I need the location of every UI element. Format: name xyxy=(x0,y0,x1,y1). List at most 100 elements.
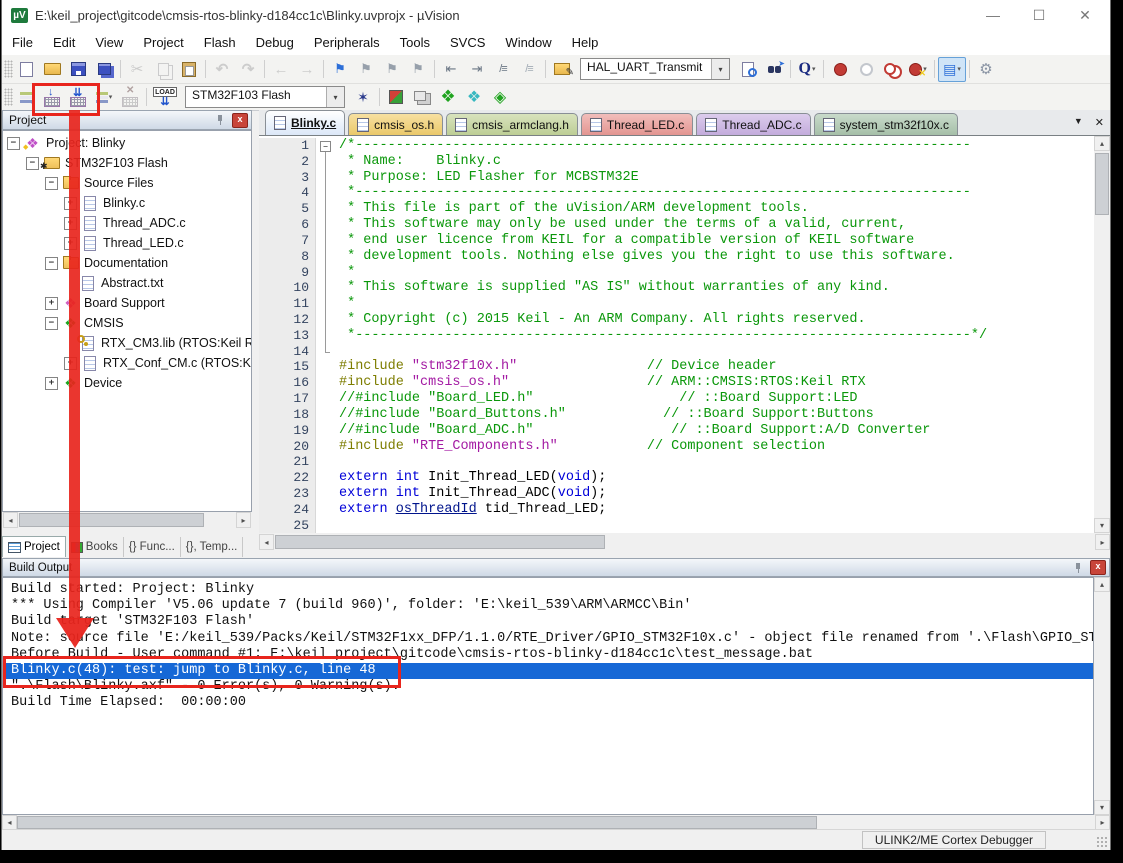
panel-tab-temp[interactable]: {}, Temp... xyxy=(181,537,244,557)
manage-items-icon[interactable] xyxy=(383,86,409,109)
scroll-left-icon[interactable]: ◂ xyxy=(2,815,17,830)
bookmark-toggle-icon[interactable] xyxy=(327,58,353,81)
build-line-highlighted[interactable]: Blinky.c(48): test: jump to Blinky.c, li… xyxy=(3,663,1093,679)
editor-vscroll-thumb[interactable] xyxy=(1095,153,1109,215)
pin-icon[interactable] xyxy=(1072,562,1084,574)
editor-close-icon[interactable]: ✕ xyxy=(1095,116,1104,129)
tree-item-rtx-conf-cm-c-rtos-ke[interactable]: +RTX_Conf_CM.c (RTOS:Ke xyxy=(64,353,252,373)
menu-project[interactable]: Project xyxy=(133,35,193,50)
tree-item-board-support[interactable]: +Board Support xyxy=(45,293,165,313)
tree-item-thread-adc-c[interactable]: +Thread_ADC.c xyxy=(64,213,186,233)
tree-item-cmsis[interactable]: −CMSIS xyxy=(45,313,124,333)
resize-grip[interactable] xyxy=(1096,836,1108,848)
maximize-button[interactable]: ☐ xyxy=(1016,0,1062,30)
tree-item-source-files[interactable]: −Source Files xyxy=(45,173,153,193)
build-vscrollbar[interactable]: ▴ ▾ xyxy=(1094,577,1110,815)
bp-disable-icon[interactable] xyxy=(879,58,905,81)
save-all-icon[interactable] xyxy=(91,58,117,81)
tab-list-dropdown-icon[interactable]: ▼ xyxy=(1074,116,1083,129)
binoculars-icon[interactable] xyxy=(761,58,787,81)
build-icon[interactable] xyxy=(39,86,65,109)
tree-item-documentation[interactable]: −Documentation xyxy=(45,253,168,273)
menu-tools[interactable]: Tools xyxy=(390,35,440,50)
scroll-down-icon[interactable]: ▾ xyxy=(1094,800,1110,815)
menu-peripherals[interactable]: Peripherals xyxy=(304,35,390,50)
unindent-icon[interactable] xyxy=(438,58,464,81)
bp-kill-dropdown-icon[interactable]: ▾ xyxy=(923,65,927,73)
collapse-icon[interactable]: − xyxy=(45,317,58,330)
tab-thread-adc-c[interactable]: Thread_ADC.c xyxy=(696,113,810,135)
tree-item-abstract-txt[interactable]: Abstract.txt xyxy=(64,273,164,293)
editor-vscrollbar[interactable]: ▴ ▾ xyxy=(1094,136,1110,533)
bookmark-prev-icon[interactable] xyxy=(353,58,379,81)
multi-window-icon[interactable] xyxy=(409,86,435,109)
open-icon[interactable] xyxy=(39,58,65,81)
nav-back-icon[interactable] xyxy=(268,58,294,81)
function-combo-dropdown-icon[interactable]: ▾ xyxy=(711,59,729,79)
tab-cmsis-os-h[interactable]: cmsis_os.h xyxy=(348,113,443,135)
collapse-icon[interactable]: − xyxy=(45,177,58,190)
copy-icon[interactable] xyxy=(150,58,176,81)
options-wand-icon[interactable] xyxy=(350,86,376,109)
bp-hollow-icon[interactable] xyxy=(853,58,879,81)
menu-view[interactable]: View xyxy=(85,35,133,50)
menu-flash[interactable]: Flash xyxy=(194,35,246,50)
collapse-icon[interactable]: − xyxy=(7,137,20,150)
project-hscroll-thumb[interactable] xyxy=(19,513,204,527)
tab-system-stm32f10x-c[interactable]: system_stm32f10x.c xyxy=(814,113,958,135)
pin-icon[interactable] xyxy=(214,114,226,126)
batch-dropdown-icon[interactable]: ▾ xyxy=(109,93,113,101)
close-button[interactable]: ✕ xyxy=(1062,0,1108,30)
rebuild-icon[interactable] xyxy=(65,86,91,109)
manage-rte-icon[interactable] xyxy=(435,86,461,109)
tab-blinky-c[interactable]: Blinky.c xyxy=(265,110,345,135)
scroll-up-icon[interactable]: ▴ xyxy=(1094,577,1110,592)
expand-icon[interactable]: + xyxy=(64,357,77,370)
file-search-icon[interactable] xyxy=(735,58,761,81)
window-layout-dropdown-icon[interactable]: ▾ xyxy=(957,65,961,73)
scroll-left-icon[interactable]: ◂ xyxy=(259,534,274,550)
translate-icon[interactable] xyxy=(13,86,39,109)
editor-hscroll-thumb[interactable] xyxy=(275,535,605,549)
build-hscroll-thumb[interactable] xyxy=(17,816,817,829)
wrench-icon[interactable] xyxy=(973,58,999,81)
editor-hscrollbar[interactable]: ◂ ▸ xyxy=(259,534,1110,550)
menu-file[interactable]: File xyxy=(2,35,43,50)
collapse-icon[interactable]: − xyxy=(45,257,58,270)
project-hscrollbar[interactable]: ◂ ▸ xyxy=(3,512,251,528)
redo-icon[interactable] xyxy=(235,58,261,81)
scroll-right-icon[interactable]: ▸ xyxy=(1095,534,1110,550)
scroll-down-icon[interactable]: ▾ xyxy=(1094,518,1110,533)
expand-icon[interactable]: + xyxy=(45,377,58,390)
undo-icon[interactable] xyxy=(209,58,235,81)
tree-item-thread-led-c[interactable]: +Thread_LED.c xyxy=(64,233,184,253)
menu-edit[interactable]: Edit xyxy=(43,35,85,50)
target-combo-dropdown-icon[interactable]: ▾ xyxy=(326,87,344,107)
scroll-left-icon[interactable]: ◂ xyxy=(3,512,18,528)
panel-tab-project[interactable]: Project xyxy=(2,536,66,557)
expand-icon[interactable]: + xyxy=(64,237,77,250)
indent-icon[interactable] xyxy=(464,58,490,81)
collapse-icon[interactable]: − xyxy=(26,157,39,170)
tree-item-blinky-c[interactable]: +Blinky.c xyxy=(64,193,145,213)
tab-cmsis-armclang-h[interactable]: cmsis_armclang.h xyxy=(446,113,578,135)
select-packs-icon[interactable] xyxy=(461,86,487,109)
paste-icon[interactable] xyxy=(176,58,202,81)
menu-debug[interactable]: Debug xyxy=(246,35,304,50)
load-icon[interactable]: LOAD xyxy=(150,86,180,109)
find-in-files-icon[interactable] xyxy=(549,58,575,81)
toolbar-gripper[interactable] xyxy=(4,60,13,78)
menu-help[interactable]: Help xyxy=(562,35,609,50)
bp-kill-icon[interactable]: ▾ xyxy=(905,58,931,81)
expand-icon[interactable]: + xyxy=(64,197,77,210)
uncomment-icon[interactable] xyxy=(516,58,542,81)
bookmark-clear-icon[interactable] xyxy=(405,58,431,81)
save-icon[interactable] xyxy=(65,58,91,81)
cut-icon[interactable] xyxy=(124,58,150,81)
expand-icon[interactable]: + xyxy=(64,217,77,230)
scroll-up-icon[interactable]: ▴ xyxy=(1094,136,1110,151)
pack-installer-icon[interactable] xyxy=(487,86,513,109)
tab-thread-led-c[interactable]: Thread_LED.c xyxy=(581,113,693,135)
new-file-icon[interactable] xyxy=(13,58,39,81)
window-layout-icon[interactable]: ▾ xyxy=(938,57,966,82)
